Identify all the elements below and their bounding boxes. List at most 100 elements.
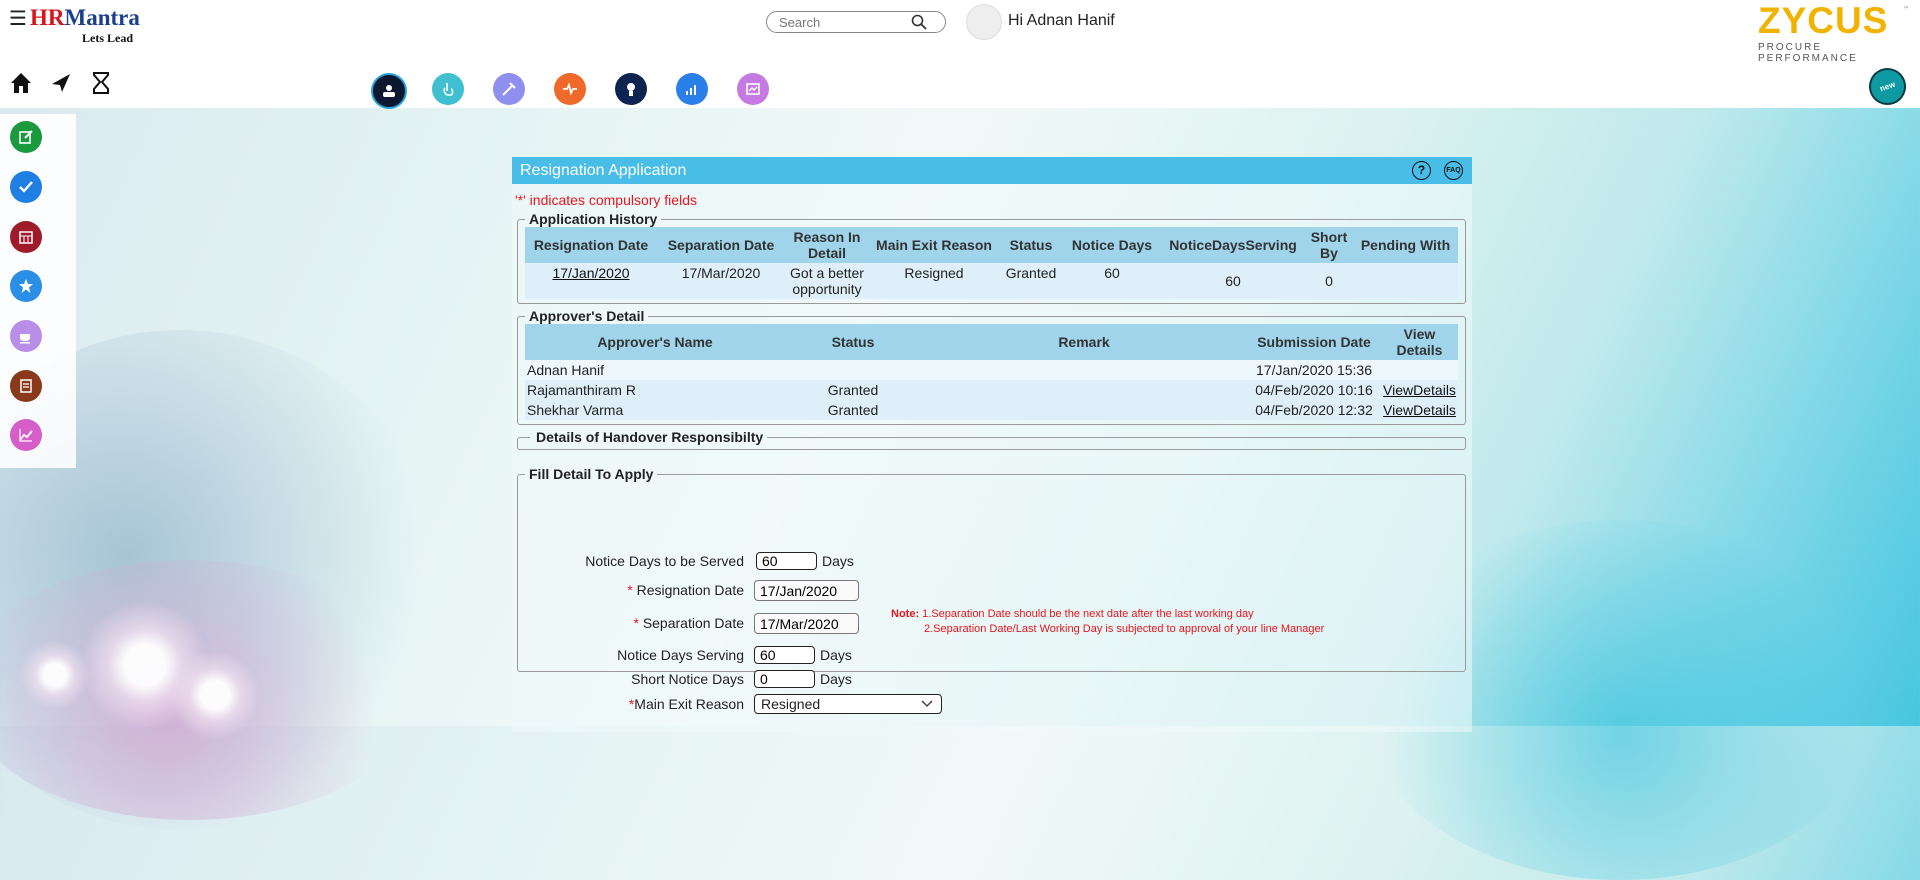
search-bar[interactable] [766,11,946,33]
column-header: Remark [921,324,1247,360]
column-header: Pending With [1353,227,1458,263]
short-by-cell: 0 [1325,273,1333,289]
approver-status-cell [785,360,921,380]
notice-serving-cell: 60 [1225,273,1241,289]
hrmantra-logo[interactable]: HRMantra [30,5,140,31]
column-header: Resignation Date [525,227,657,263]
flower-decoration [170,650,260,740]
column-header: Submission Date [1247,324,1381,360]
selected-value: Resigned [761,696,821,712]
health-module-icon[interactable] [554,73,586,105]
notice-days-input[interactable] [756,552,817,570]
approver-remark-cell [921,360,1247,380]
help-icon[interactable]: ? [1412,161,1431,180]
rocket-icon[interactable] [48,70,74,96]
people-module-icon[interactable] [371,73,407,109]
column-header: View Details [1381,324,1458,360]
learning-module-icon[interactable] [615,73,647,105]
hourglass-icon[interactable] [90,71,112,95]
avatar[interactable] [966,4,1002,40]
application-history-section: Application History Resignation Date Sep… [517,211,1466,304]
compulsory-note: '*' indicates compulsory fields [515,192,697,208]
analytics-module-icon[interactable] [676,73,708,105]
top-header: ☰ HRMantra Lets Lead Hi Adnan Hanif ZYCU… [0,0,1920,111]
apply-edit-icon[interactable] [10,121,42,153]
view-details-link[interactable]: ViewDetails [1383,402,1456,418]
user-greeting: Hi Adnan Hanif [1008,12,1115,29]
zycus-tagline: PROCURE PERFORMANCE [1758,42,1858,64]
approver-name-cell: Rajamanthiram R [527,382,636,398]
page-title: Resignation Application [520,162,687,179]
short-notice-input[interactable] [754,670,815,688]
approver-remark-cell [921,380,1247,400]
faq-icon[interactable]: FAQ [1444,161,1463,180]
approver-name-cell: Adnan Hanif [527,362,605,378]
notice-serving-input[interactable] [754,646,815,664]
reports-module-icon[interactable] [737,73,769,105]
approver-remark-cell [921,400,1247,420]
table-row: 17/Jan/2020 17/Mar/2020 Got a better opp… [525,263,1458,299]
coffee-icon[interactable] [10,320,42,352]
column-header: Separation Date [657,227,785,263]
section-title: Approver's Detail [529,308,645,324]
pending-with-cell [1353,263,1458,299]
approve-check-icon[interactable] [10,171,42,203]
column-header: NoticeDaysServing [1161,227,1305,263]
table-row: Rajamanthiram R Granted 04/Feb/2020 10:1… [525,380,1458,400]
column-header: Notice Days [1063,227,1161,263]
approver-detail-section: Approver's Detail Approver's Name Status… [517,308,1466,425]
submission-date-cell: 17/Jan/2020 15:36 [1256,362,1372,378]
table-row: Shekhar Varma Granted 04/Feb/2020 12:32 … [525,400,1458,420]
view-details-cell [1381,360,1458,380]
handover-section: Details of Handover Responsibilty [517,429,1466,450]
main-exit-reason-cell: Resigned [904,265,964,281]
chevron-down-icon [921,700,933,707]
days-unit: Days [822,553,854,569]
submission-date-cell: 04/Feb/2020 12:32 [1255,402,1373,418]
trademark: ™ [1903,6,1909,13]
star-icon[interactable] [10,270,42,302]
chart-icon[interactable] [10,419,42,451]
reason-detail-cell: Got a better opportunity [790,265,864,297]
separation-date-input[interactable] [754,613,859,634]
tools-module-icon[interactable] [493,73,525,105]
separation-date-label: * Separation Date [633,615,744,631]
panel-header: Resignation Application ? FAQ [512,157,1472,184]
approver-status-cell: Granted [827,402,879,418]
submission-date-cell: 04/Feb/2020 10:16 [1255,382,1373,398]
logo-tagline: Lets Lead [82,31,133,45]
days-unit: Days [820,647,852,663]
notice-days-cell: 60 [1104,265,1120,281]
calendar-icon[interactable] [10,221,42,253]
column-header: Approver's Name [525,324,785,360]
notice-serving-label: Notice Days Serving [617,647,744,663]
resignation-date-input[interactable] [754,580,859,601]
search-input[interactable] [777,12,921,33]
section-title[interactable]: Details of Handover Responsibilty [530,429,767,445]
history-table: Resignation Date Separation Date Reason … [525,227,1458,299]
document-icon[interactable] [10,370,42,402]
approver-status-cell: Granted [827,382,879,398]
approver-table: Approver's Name Status Remark Submission… [525,324,1458,420]
column-header: Status [785,324,921,360]
main-exit-reason-select[interactable]: Resigned [754,694,942,714]
column-header: Short By [1305,227,1353,263]
new-feature-badge[interactable]: new [1863,62,1912,111]
days-unit: Days [820,671,852,687]
resignation-date-link[interactable]: 17/Jan/2020 [552,265,629,281]
separation-note: Note: 1.Separation Date should be the ne… [891,608,1325,635]
menu-icon[interactable]: ☰ [9,6,27,30]
approver-name-cell: Shekhar Varma [527,402,624,418]
resignation-date-label: * Resignation Date [627,582,744,598]
left-sidebar [0,114,76,468]
search-icon[interactable] [911,14,927,30]
view-details-link[interactable]: ViewDetails [1383,382,1456,398]
touch-module-icon[interactable] [432,73,464,105]
short-notice-label: Short Notice Days [631,671,744,687]
separation-date-cell: 17/Mar/2020 [681,265,761,281]
main-exit-reason-label: *Main Exit Reason [628,696,744,712]
zycus-logo: ZYCUS [1758,0,1889,41]
column-header: Reason In Detail [785,227,869,263]
home-icon[interactable] [8,70,34,96]
notice-days-label: Notice Days to be Served [585,553,744,569]
